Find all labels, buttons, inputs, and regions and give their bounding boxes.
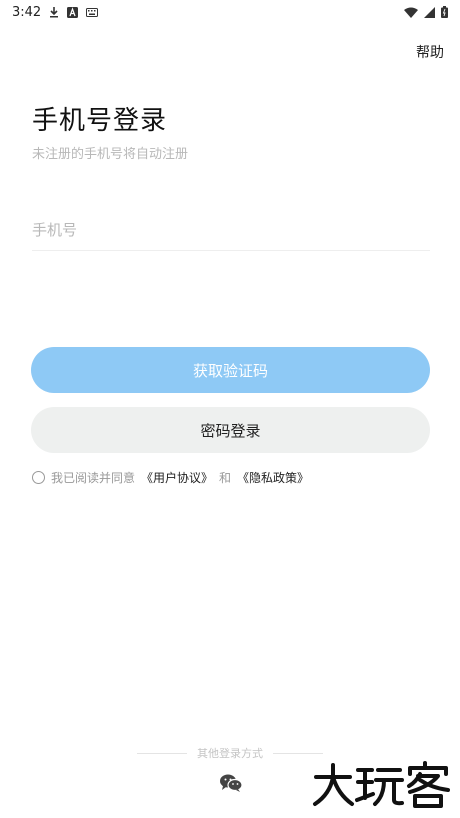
- wechat-icon[interactable]: [219, 773, 243, 793]
- signal-icon: [424, 6, 435, 18]
- phone-input[interactable]: [32, 210, 430, 251]
- battery-icon: [441, 6, 448, 18]
- page-subtitle: 未注册的手机号将自动注册: [32, 147, 189, 162]
- download-icon: [49, 6, 59, 18]
- other-login-divider: 其他登录方式: [0, 745, 460, 761]
- agreement-row: 我已阅读并同意 《用户协议》 和 《隐私政策》: [32, 469, 309, 486]
- agreement-radio[interactable]: [32, 471, 45, 484]
- get-code-button[interactable]: 获取验证码: [31, 347, 430, 393]
- divider-line-left: [137, 752, 187, 754]
- help-link[interactable]: 帮助: [416, 42, 444, 62]
- wifi-icon: [404, 7, 418, 18]
- keyboard-icon: [86, 7, 99, 17]
- other-login-label: 其他登录方式: [197, 747, 263, 760]
- a-icon: [67, 6, 79, 18]
- watermark-logo: [312, 760, 452, 810]
- privacy-policy-link[interactable]: 《隐私政策》: [237, 469, 309, 486]
- password-login-button[interactable]: 密码登录: [31, 407, 430, 453]
- user-agreement-link[interactable]: 《用户协议》: [141, 469, 213, 486]
- status-bar: 3:42: [0, 0, 460, 24]
- status-time: 3:42: [12, 4, 42, 20]
- page-title: 手机号登录: [32, 106, 168, 136]
- divider-line-right: [273, 752, 323, 754]
- agreement-prefix: 我已阅读并同意: [51, 471, 136, 485]
- status-left: 3:42: [12, 4, 99, 20]
- status-right: [404, 6, 448, 18]
- agreement-and: 和: [219, 471, 232, 485]
